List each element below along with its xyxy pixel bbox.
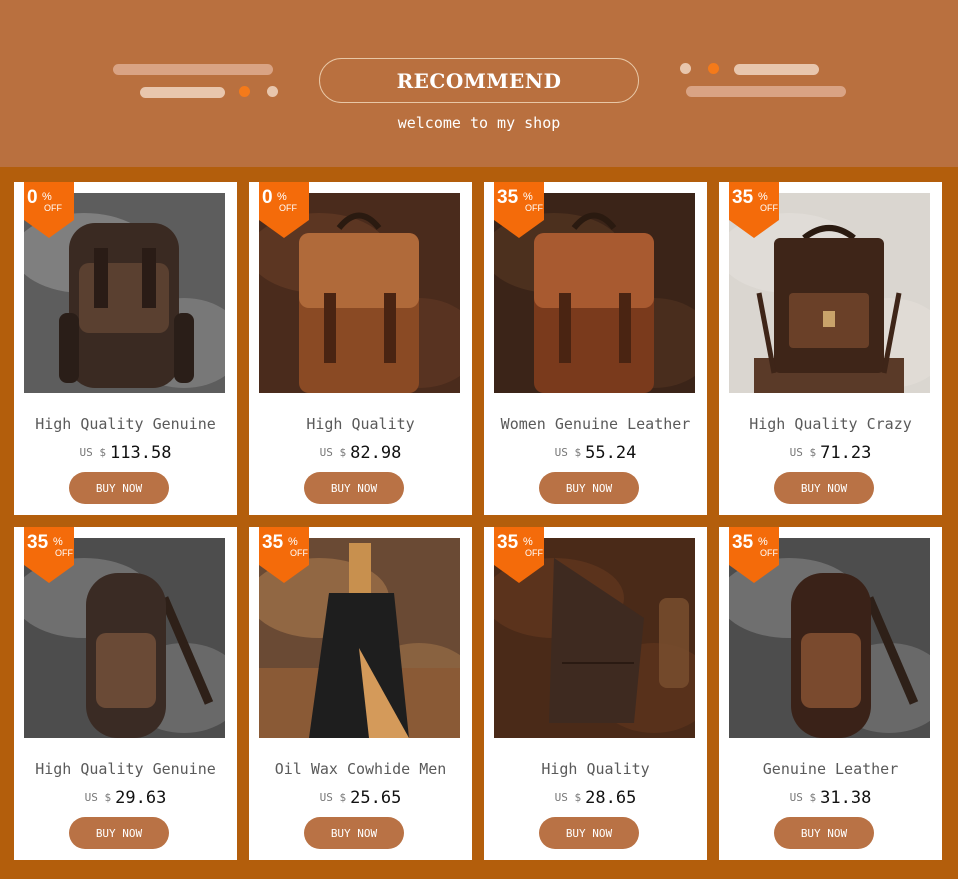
price-row: US $28.65 (484, 787, 707, 808)
discount-badge: 0 % OFF (24, 182, 74, 238)
buy-now-button[interactable]: BUY NOW (304, 472, 404, 504)
discount-badge: 35 % OFF (494, 182, 544, 238)
product-name[interactable]: Oil Wax Cowhide Men (249, 760, 472, 778)
page-subtitle: welcome to my shop (397, 114, 561, 132)
price-row: US $29.63 (14, 787, 237, 808)
discount-percent-sign: % (277, 191, 287, 203)
discount-percent-sign: % (758, 536, 768, 548)
discount-badge: 35 % OFF (259, 527, 309, 583)
discount-value: 35 (497, 187, 519, 208)
discount-percent-sign: % (523, 536, 533, 548)
price-amount: 55.24 (585, 442, 637, 463)
discount-badge: 35 % OFF (729, 527, 779, 583)
product-card[interactable]: 35 % OFF Women Genuine Leather US $55.24… (484, 182, 707, 515)
product-name[interactable]: High Quality (249, 415, 472, 433)
discount-value: 35 (262, 532, 284, 553)
discount-off-label: OFF (525, 548, 543, 558)
discount-percent-sign: % (288, 536, 298, 548)
product-card[interactable]: 35 % OFF Genuine Leather US $31.38 BUY N… (719, 527, 942, 860)
buy-now-button[interactable]: BUY NOW (304, 817, 404, 849)
product-name[interactable]: Women Genuine Leather (484, 415, 707, 433)
discount-badge: 35 % OFF (24, 527, 74, 583)
decor-dot (239, 86, 250, 97)
discount-badge: 35 % OFF (494, 527, 544, 583)
discount-percent-sign: % (53, 536, 63, 548)
discount-off-label: OFF (290, 548, 308, 558)
price-currency: US $ (84, 791, 112, 804)
decor-pill (140, 87, 225, 98)
buy-now-button[interactable]: BUY NOW (69, 472, 169, 504)
decor-pill (734, 64, 819, 75)
price-row: US $55.24 (484, 442, 707, 463)
product-card[interactable]: 35 % OFF High Quality US $28.65 BUY NOW (484, 527, 707, 860)
product-card[interactable]: 35 % OFF High Quality Crazy US $71.23 BU… (719, 182, 942, 515)
price-amount: 25.65 (350, 787, 402, 808)
discount-percent-sign: % (523, 191, 533, 203)
product-card[interactable]: 0 % OFF High Quality Genuine US $113.58 … (14, 182, 237, 515)
discount-value: 35 (732, 187, 754, 208)
discount-value: 35 (497, 532, 519, 553)
buy-now-button[interactable]: BUY NOW (774, 817, 874, 849)
buy-now-button[interactable]: BUY NOW (539, 817, 639, 849)
buy-now-button[interactable]: BUY NOW (539, 472, 639, 504)
discount-value: 35 (27, 532, 49, 553)
discount-badge: 35 % OFF (729, 182, 779, 238)
decor-dot (267, 86, 278, 97)
price-row: US $25.65 (249, 787, 472, 808)
discount-off-label: OFF (55, 548, 73, 558)
discount-off-label: OFF (760, 203, 778, 213)
discount-percent-sign: % (758, 191, 768, 203)
product-name[interactable]: High Quality (484, 760, 707, 778)
buy-now-button[interactable]: BUY NOW (69, 817, 169, 849)
discount-value: 0 (27, 187, 38, 208)
product-name[interactable]: High Quality Genuine (14, 415, 237, 433)
price-currency: US $ (789, 791, 817, 804)
page-title: RECOMMEND (396, 68, 562, 93)
discount-off-label: OFF (279, 203, 297, 213)
price-row: US $71.23 (719, 442, 942, 463)
price-currency: US $ (319, 791, 347, 804)
price-amount: 31.38 (820, 787, 872, 808)
product-card[interactable]: 35 % OFF High Quality Genuine US $29.63 … (14, 527, 237, 860)
product-card[interactable]: 35 % OFF Oil Wax Cowhide Men US $25.65 B… (249, 527, 472, 860)
price-row: US $31.38 (719, 787, 942, 808)
price-amount: 71.23 (820, 442, 872, 463)
price-amount: 28.65 (585, 787, 637, 808)
decor-dot (708, 63, 719, 74)
discount-badge: 0 % OFF (259, 182, 309, 238)
price-currency: US $ (79, 446, 107, 459)
discount-off-label: OFF (760, 548, 778, 558)
price-currency: US $ (789, 446, 817, 459)
price-currency: US $ (554, 791, 582, 804)
price-amount: 113.58 (110, 442, 172, 463)
price-amount: 82.98 (350, 442, 402, 463)
product-name[interactable]: High Quality Genuine (14, 760, 237, 778)
recommend-title-box: RECOMMEND (319, 58, 639, 103)
discount-off-label: OFF (44, 203, 62, 213)
recommend-header: RECOMMEND welcome to my shop (0, 0, 958, 167)
discount-off-label: OFF (525, 203, 543, 213)
buy-now-button[interactable]: BUY NOW (774, 472, 874, 504)
decor-dot (680, 63, 691, 74)
decor-pill (686, 86, 846, 97)
price-row: US $82.98 (249, 442, 472, 463)
price-amount: 29.63 (115, 787, 167, 808)
price-currency: US $ (554, 446, 582, 459)
discount-percent-sign: % (42, 191, 52, 203)
product-name[interactable]: Genuine Leather (719, 760, 942, 778)
discount-value: 0 (262, 187, 273, 208)
price-currency: US $ (319, 446, 347, 459)
price-row: US $113.58 (14, 442, 237, 463)
product-name[interactable]: High Quality Crazy (719, 415, 942, 433)
decor-pill (113, 64, 273, 75)
product-card[interactable]: 0 % OFF High Quality US $82.98 BUY NOW (249, 182, 472, 515)
discount-value: 35 (732, 532, 754, 553)
